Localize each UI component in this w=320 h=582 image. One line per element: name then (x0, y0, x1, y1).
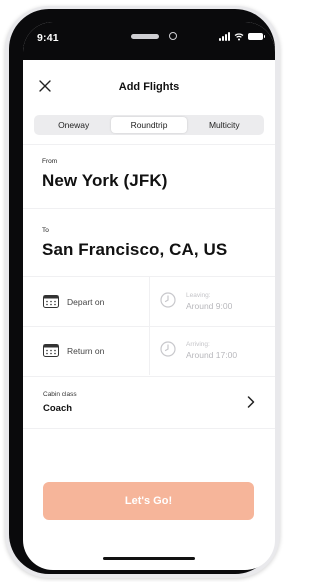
chevron-right-icon (247, 396, 255, 408)
arriving-time-value: Around 17:00 (186, 350, 238, 360)
from-field[interactable]: From New York (JFK) (23, 145, 275, 207)
depart-label: Depart on (67, 297, 105, 307)
lets-go-button[interactable]: Let's Go! (43, 482, 254, 520)
from-value: New York (JFK) (42, 171, 168, 190)
status-time: 9:41 (37, 32, 59, 44)
to-label: To (42, 227, 49, 234)
leaving-label: Leaving: (186, 292, 211, 299)
signal-icon (219, 32, 230, 41)
return-time-picker[interactable]: Arriving: Around 17:00 (150, 327, 275, 375)
calendar-icon (43, 295, 59, 308)
return-label: Return on (67, 346, 105, 356)
clock-icon (160, 341, 176, 357)
camera-icon (169, 32, 177, 40)
divider (23, 376, 275, 377)
leaving-time-value: Around 9:00 (186, 301, 233, 311)
cabin-class-label: Cabin class (43, 391, 77, 398)
battery-icon (248, 33, 265, 40)
status-icons (219, 32, 265, 41)
home-indicator (103, 557, 195, 560)
speaker-icon (131, 34, 159, 39)
depart-date-picker[interactable]: Depart on (23, 277, 149, 325)
tab-multicity[interactable]: Multicity (187, 117, 262, 133)
status-bar: 9:41 (23, 22, 275, 60)
wifi-icon (234, 33, 244, 41)
to-field[interactable]: To San Francisco, CA, US (23, 209, 275, 275)
tab-roundtrip[interactable]: Roundtrip (111, 117, 187, 133)
calendar-icon (43, 344, 59, 357)
cabin-class-selector[interactable]: Cabin class Coach (23, 378, 275, 428)
divider (23, 428, 275, 429)
phone-screen: 9:41 Add Flights Oneway Roundtrip Multic… (23, 22, 275, 570)
depart-time-picker[interactable]: Leaving: Around 9:00 (150, 277, 275, 325)
arriving-label: Arriving: (186, 341, 210, 348)
return-date-picker[interactable]: Return on (23, 327, 149, 375)
from-label: From (42, 158, 58, 165)
to-value: San Francisco, CA, US (42, 240, 228, 259)
cabin-class-value: Coach (43, 403, 73, 414)
header: Add Flights (23, 60, 275, 120)
tab-oneway[interactable]: Oneway (36, 117, 111, 133)
page-title: Add Flights (118, 81, 180, 93)
trip-type-segmented-control: Oneway Roundtrip Multicity (34, 115, 264, 135)
clock-icon (160, 292, 176, 308)
